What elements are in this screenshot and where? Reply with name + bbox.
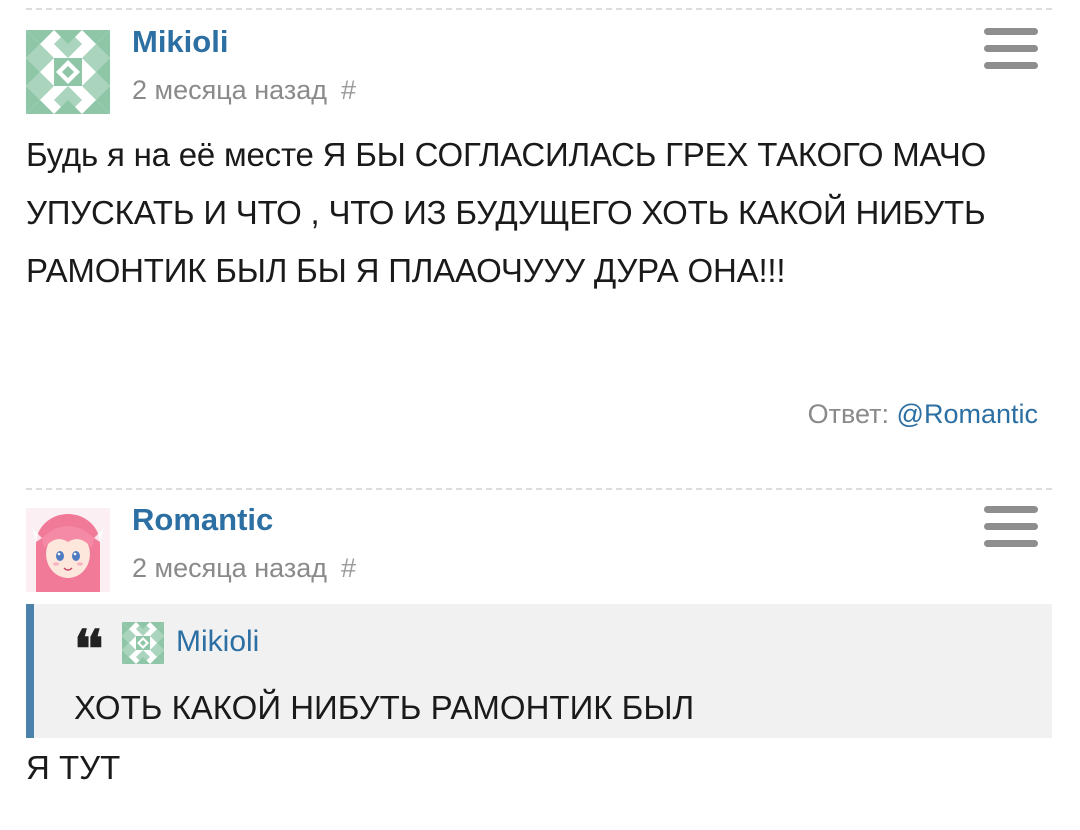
timestamp: 2 месяца назад <box>132 75 327 105</box>
comment-meta: 2 месяца назад # <box>132 74 356 106</box>
hamburger-menu-icon[interactable] <box>984 28 1038 72</box>
comment-text: Я ТУТ <box>26 749 121 786</box>
permalink-hash[interactable]: # <box>341 75 356 105</box>
quote-author-link[interactable]: Mikioli <box>176 622 259 662</box>
comments-page: Mikioli 2 месяца назад # Будь я на её мес… <box>0 0 1080 830</box>
hamburger-menu-icon[interactable] <box>984 506 1038 550</box>
anime-avatar-image <box>26 508 110 592</box>
comment-meta: 2 месяца назад # <box>132 552 356 584</box>
comment: Mikioli 2 месяца назад # Будь я на её мес… <box>26 20 1052 450</box>
comment: Romantic 2 месяца назад # ❛❛ Mikioli ХОТ… <box>26 498 1052 818</box>
quote-block: ❛❛ Mikioli ХОТЬ КАКОЙ НИБУТЬ РАМОНТИК БЫ… <box>26 604 1052 738</box>
comment-text: Будь я на её месте Я БЫ СОГЛАСИЛАСЬ ГРЕХ… <box>26 136 987 289</box>
reply-to-link[interactable]: @Romantic <box>897 399 1038 429</box>
quote-text: ХОТЬ КАКОЙ НИБУТЬ РАМОНТИК БЫЛ <box>74 689 695 726</box>
quote-icon: ❛❛ <box>74 619 103 680</box>
comment-divider <box>26 8 1052 10</box>
permalink-hash[interactable]: # <box>341 553 356 583</box>
timestamp: 2 месяца назад <box>132 553 327 583</box>
reply-label: Ответ: <box>807 399 890 429</box>
comment-divider <box>26 488 1052 490</box>
author-name[interactable]: Mikioli <box>132 24 228 60</box>
reply-info: Ответ: @Romantic <box>808 398 1038 430</box>
identicon-image <box>122 622 164 664</box>
author-name[interactable]: Romantic <box>132 502 273 538</box>
identicon-image <box>26 30 110 114</box>
quote-avatar[interactable] <box>122 622 164 664</box>
avatar[interactable] <box>26 508 110 592</box>
avatar[interactable] <box>26 30 110 114</box>
